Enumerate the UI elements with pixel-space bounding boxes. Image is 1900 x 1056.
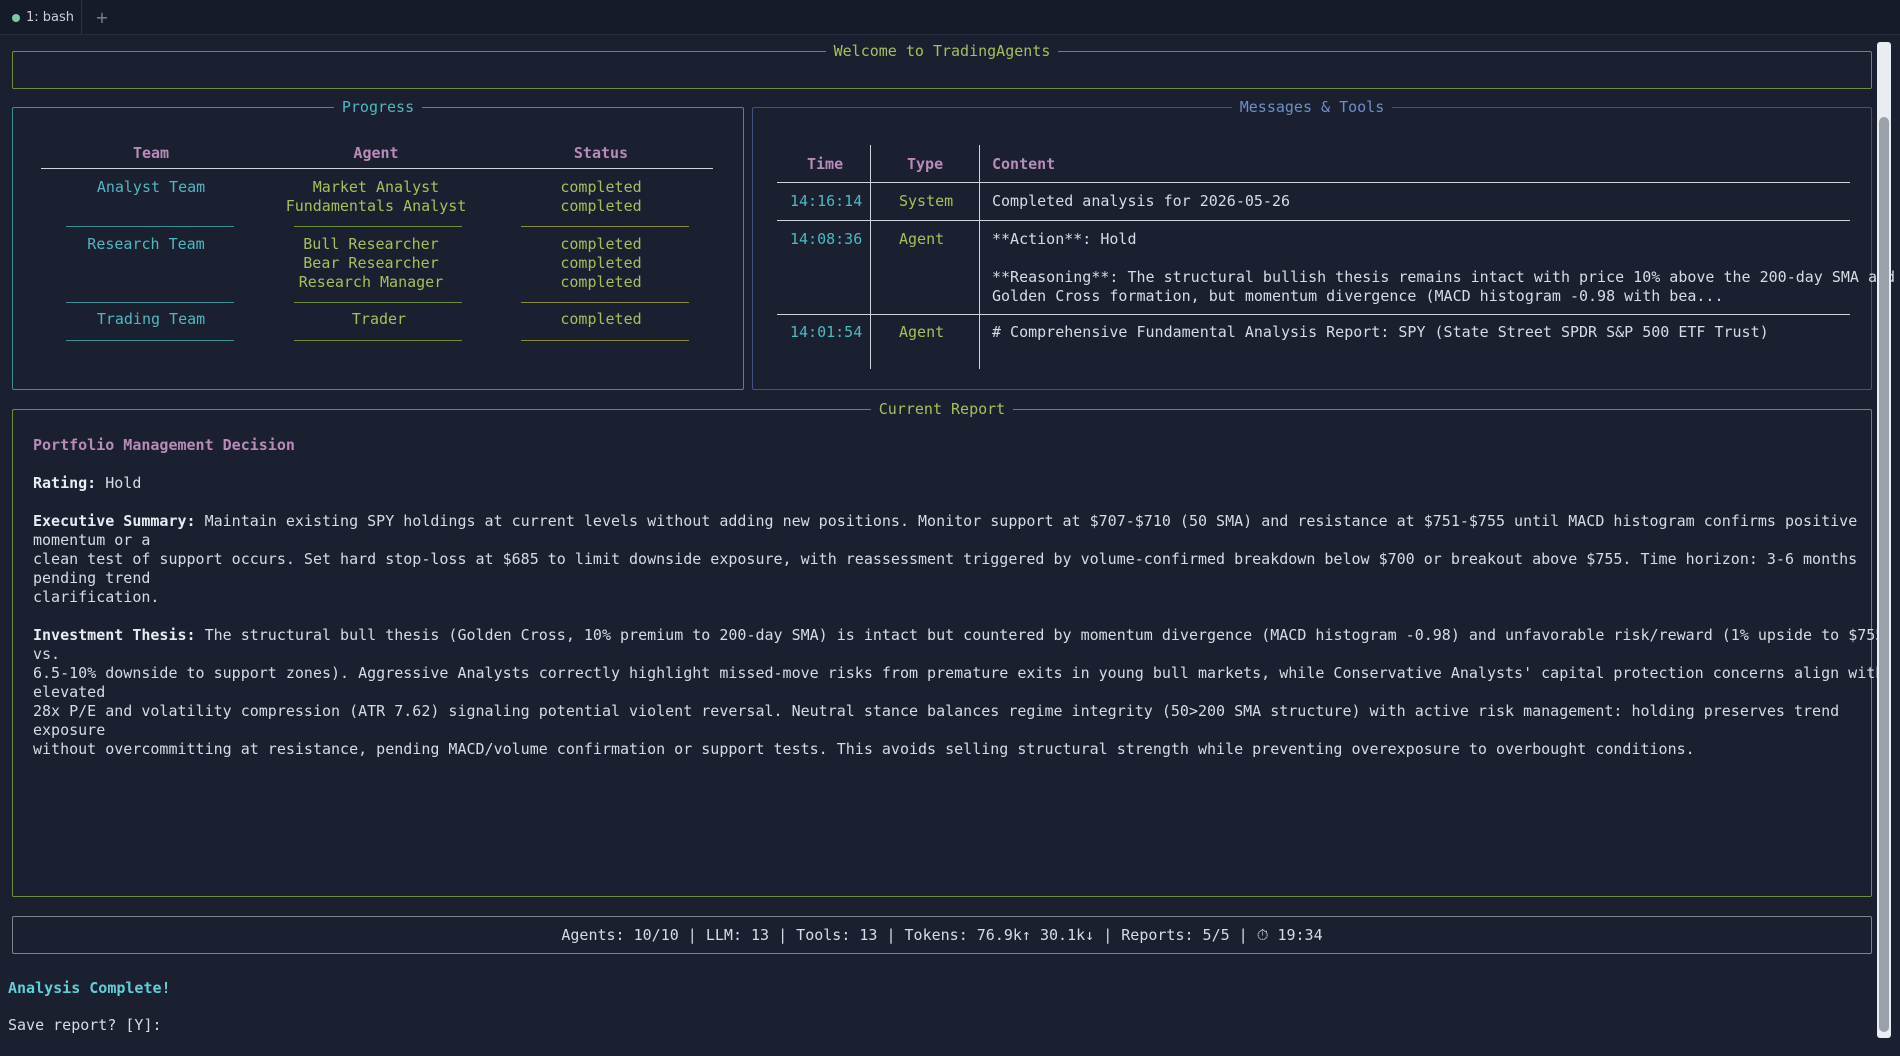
row-divider [66, 302, 234, 303]
header-type: Type [907, 155, 944, 173]
status-list: completed [521, 310, 681, 329]
header-time: Time [807, 155, 844, 173]
message-content: **Action**: Hold **Reasoning**: The stru… [992, 230, 1896, 305]
report-rating: Rating: Hold [33, 474, 142, 492]
messages-title: Messages & Tools [1231, 98, 1393, 116]
progress-title: Progress [333, 98, 423, 116]
status-bar-text: Agents: 10/10 | LLM: 13 | Tools: 13 | To… [561, 926, 1323, 944]
agent-market-analyst: Market Analyst [312, 178, 440, 196]
new-tab-button[interactable]: + [92, 0, 112, 35]
analysis-complete-message: Analysis Complete! [8, 979, 171, 997]
row-divider [521, 226, 689, 227]
row-divider [294, 340, 462, 341]
terminal-tabbar: 1: bash + [0, 0, 1900, 35]
column-divider [870, 145, 871, 369]
message-type: System [899, 192, 954, 210]
agent-fundamentals-analyst: Fundamentals Analyst [285, 197, 467, 215]
report-body: Portfolio Management Decision Rating: Ho… [33, 436, 1885, 778]
agent-list: Trader [294, 310, 464, 329]
message-time: 14:08:36 [790, 230, 863, 248]
report-title: Current Report [870, 400, 1014, 418]
save-report-prompt[interactable]: Save report? [Y]: [8, 1016, 162, 1034]
active-dot-icon [12, 13, 20, 22]
scrollbar-thumb[interactable] [1879, 117, 1889, 1032]
column-divider [979, 145, 980, 369]
header-content: Content [992, 155, 1056, 173]
status-badge: completed [560, 235, 642, 253]
message-content: Completed analysis for 2026-05-26 [992, 192, 1291, 210]
status-badge: completed [560, 254, 642, 272]
agent-list: Market Analyst Fundamentals Analyst [271, 178, 481, 216]
messages-panel: Messages & Tools Time Type Content 14:16… [752, 98, 1895, 390]
message-time: 14:01:54 [790, 323, 863, 341]
row-divider [521, 302, 689, 303]
tab-bash[interactable]: 1: bash [0, 0, 82, 35]
status-list: completed completed [521, 178, 681, 216]
header-divider [777, 182, 1850, 183]
welcome-panel: Welcome to TradingAgents [12, 42, 1872, 89]
agent-research-manager: Research Manager [298, 273, 444, 291]
agent-bull-researcher: Bull Researcher [303, 235, 439, 253]
agent-list: Bull Researcher Bear Researcher Research… [271, 235, 471, 292]
status-badge: completed [560, 197, 642, 215]
row-divider [777, 314, 1850, 315]
row-divider [294, 302, 462, 303]
progress-panel: Progress Team Agent Status Analyst Team … [12, 98, 744, 390]
report-heading: Portfolio Management Decision [33, 436, 295, 454]
message-content: # Comprehensive Fundamental Analysis Rep… [992, 323, 1769, 341]
header-status: Status [573, 144, 629, 162]
agent-trader: Trader [351, 310, 407, 328]
status-badge: completed [560, 178, 642, 196]
status-list: completed completed completed [521, 235, 681, 292]
row-divider [777, 220, 1850, 221]
row-divider [294, 226, 462, 227]
agent-bear-researcher: Bear Researcher [303, 254, 439, 272]
row-divider [66, 340, 234, 341]
welcome-title: Welcome to TradingAgents [825, 42, 1059, 60]
row-divider [521, 340, 689, 341]
row-divider [66, 226, 234, 227]
team-research: Research Team [87, 235, 205, 253]
team-analyst: Analyst Team [96, 178, 206, 196]
header-divider [41, 168, 713, 169]
message-type: Agent [899, 230, 945, 248]
terminal-scrollbar[interactable] [1877, 42, 1891, 1038]
header-team: Team [132, 144, 170, 162]
header-agent: Agent [353, 144, 399, 162]
status-badge: completed [560, 273, 642, 291]
report-investment-thesis: Investment Thesis: The structural bull t… [33, 626, 1885, 758]
report-executive-summary: Executive Summary: Maintain existing SPY… [33, 512, 1858, 606]
team-trading: Trading Team [96, 310, 206, 328]
status-badge: completed [560, 310, 642, 328]
status-bar: Agents: 10/10 | LLM: 13 | Tools: 13 | To… [12, 916, 1872, 954]
tab-label: 1: bash [26, 10, 75, 25]
message-type: Agent [899, 323, 945, 341]
message-time: 14:16:14 [790, 192, 863, 210]
current-report-panel: Current Report Portfolio Management Deci… [12, 400, 1884, 897]
